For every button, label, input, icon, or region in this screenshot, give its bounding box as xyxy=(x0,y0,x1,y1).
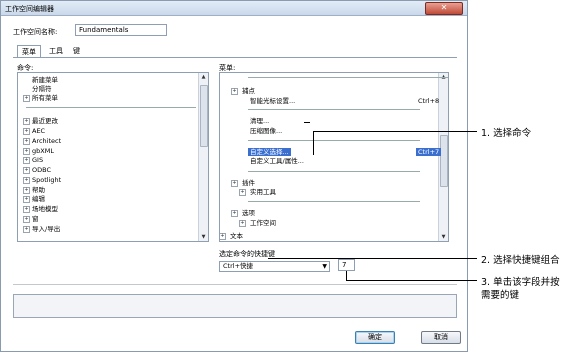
shortcut-label: 选定命令的快捷键 xyxy=(219,250,275,258)
command-item[interactable]: gbXML xyxy=(32,147,54,155)
expand-icon[interactable]: + xyxy=(23,187,30,194)
expand-icon[interactable]: + xyxy=(23,206,30,213)
shortcut-modifier-select[interactable]: Ctrl+快捷 ▼ xyxy=(219,261,330,272)
expand-icon[interactable]: + xyxy=(231,180,238,187)
expand-icon[interactable]: + xyxy=(23,177,30,184)
callout-3-line-v xyxy=(346,271,347,280)
window-title: 工作空间编辑器 xyxy=(5,5,54,13)
command-item[interactable]: 窗 xyxy=(32,215,39,223)
callout-3-line2: 需要的键 xyxy=(481,290,520,301)
command-item[interactable]: 新建菜单 xyxy=(32,76,58,84)
command-item[interactable]: AEC xyxy=(32,127,45,135)
commands-list[interactable]: ▲ ▼ 新建菜单 分隔符 + 所有菜单 + 最近更改 + AEC + Architect + gbXM… xyxy=(17,72,209,242)
cancel-button[interactable]: 取消 xyxy=(421,331,461,344)
command-item[interactable]: 所有菜单 xyxy=(32,94,58,102)
title-bar: 工作空间编辑器 ✕ xyxy=(1,1,467,16)
command-item[interactable]: Spotlight xyxy=(32,176,61,184)
menu-item[interactable]: 工作空间 xyxy=(248,219,278,227)
workspace-name-input[interactable]: Fundamentals xyxy=(75,24,167,36)
description-box xyxy=(13,294,457,318)
menu-item[interactable]: 实用工具 xyxy=(248,188,278,196)
menu-item-shortcut: Ctrl+8 xyxy=(418,97,440,105)
expand-icon[interactable]: + xyxy=(23,128,30,135)
expand-icon[interactable]: + xyxy=(23,138,30,145)
menu-item[interactable]: 插件 xyxy=(240,179,257,187)
separator xyxy=(304,122,310,123)
command-item[interactable]: Architect xyxy=(32,137,61,145)
callout-1: 1. 选择命令 xyxy=(481,128,532,139)
command-item[interactable]: 最近更改 xyxy=(32,117,58,125)
command-item[interactable]: 导入/导出 xyxy=(32,225,60,233)
callout-3-line-h xyxy=(346,280,477,281)
menu-item[interactable]: 文本 xyxy=(228,232,245,240)
chevron-down-icon[interactable]: ▼ xyxy=(322,262,327,271)
menu-item[interactable]: 压缩图像... xyxy=(248,127,284,135)
tab-tools[interactable]: 工具 xyxy=(45,45,67,57)
close-button[interactable]: ✕ xyxy=(425,2,463,15)
expand-icon[interactable]: + xyxy=(231,210,238,217)
scroll-down-icon[interactable]: ▼ xyxy=(439,234,448,240)
menu-item-shortcut: Ctrl+7 xyxy=(416,148,442,156)
menus-tree[interactable]: ▲ ▼ +捕点智能光标设置...Ctrl+8清理...压缩图像...自定义选择.… xyxy=(219,72,449,242)
expand-icon[interactable]: + xyxy=(23,226,30,233)
callout-1-line-h xyxy=(313,131,477,132)
menu-item[interactable]: 选项 xyxy=(240,209,257,217)
tab-divider xyxy=(13,57,457,58)
separator xyxy=(248,201,420,202)
separator xyxy=(248,77,448,78)
menu-item[interactable]: 自定义选择... xyxy=(248,148,291,156)
shortcut-key-input[interactable]: 7 xyxy=(338,259,355,271)
ok-button[interactable]: 确定 xyxy=(355,331,395,344)
command-item[interactable]: 分隔符 xyxy=(32,85,52,93)
expand-icon[interactable]: + xyxy=(239,220,246,227)
shortcut-modifier-value: Ctrl+快捷 xyxy=(223,262,254,270)
expand-icon[interactable]: + xyxy=(23,216,30,223)
scroll-down-icon[interactable]: ▼ xyxy=(199,234,208,240)
scroll-up-icon[interactable]: ▲ xyxy=(199,74,208,80)
command-item[interactable]: 编辑 xyxy=(32,195,45,203)
divider xyxy=(13,284,457,285)
expand-icon[interactable]: + xyxy=(23,167,30,174)
expand-icon[interactable]: + xyxy=(23,148,30,155)
command-item[interactable]: 帮助 xyxy=(32,186,45,194)
commands-scrollbar[interactable]: ▲ ▼ xyxy=(198,73,208,241)
separator xyxy=(248,171,420,172)
menu-item[interactable]: 自定义工具/属性... xyxy=(248,157,306,165)
expand-icon[interactable]: + xyxy=(23,95,30,102)
expand-icon[interactable]: + xyxy=(23,118,30,125)
workspace-name-label: 工作空间名称: xyxy=(13,28,58,36)
callout-2: 2. 选择快捷键组合 xyxy=(481,255,560,266)
expand-icon[interactable]: + xyxy=(23,157,30,164)
menu-item[interactable]: 捕点 xyxy=(240,87,257,95)
menu-item[interactable]: 智能光标设置... xyxy=(248,97,297,105)
expand-icon[interactable]: + xyxy=(231,88,238,95)
menu-item[interactable]: 清理... xyxy=(248,117,271,125)
expand-icon[interactable]: + xyxy=(23,196,30,203)
workspace-editor-dialog: 工作空间编辑器 ✕ 工作空间名称: Fundamentals 菜单 工具 键 命… xyxy=(0,0,468,352)
commands-scroll-thumb[interactable] xyxy=(200,85,208,147)
command-item[interactable]: 场地模型 xyxy=(32,205,58,213)
separator xyxy=(26,107,196,108)
command-item[interactable]: GIS xyxy=(32,156,43,164)
separator xyxy=(248,140,420,141)
tab-keys[interactable]: 键 xyxy=(69,45,84,57)
callout-1-line-v xyxy=(313,131,314,155)
callout-2-line xyxy=(268,258,477,259)
menus-scroll-thumb[interactable] xyxy=(440,135,448,187)
expand-icon[interactable]: + xyxy=(220,233,226,240)
command-item[interactable]: ODBC xyxy=(32,166,51,174)
separator xyxy=(248,109,420,110)
expand-icon[interactable]: + xyxy=(239,189,246,196)
callout-3-line1: 3. 单击该字段并按 xyxy=(481,277,560,288)
